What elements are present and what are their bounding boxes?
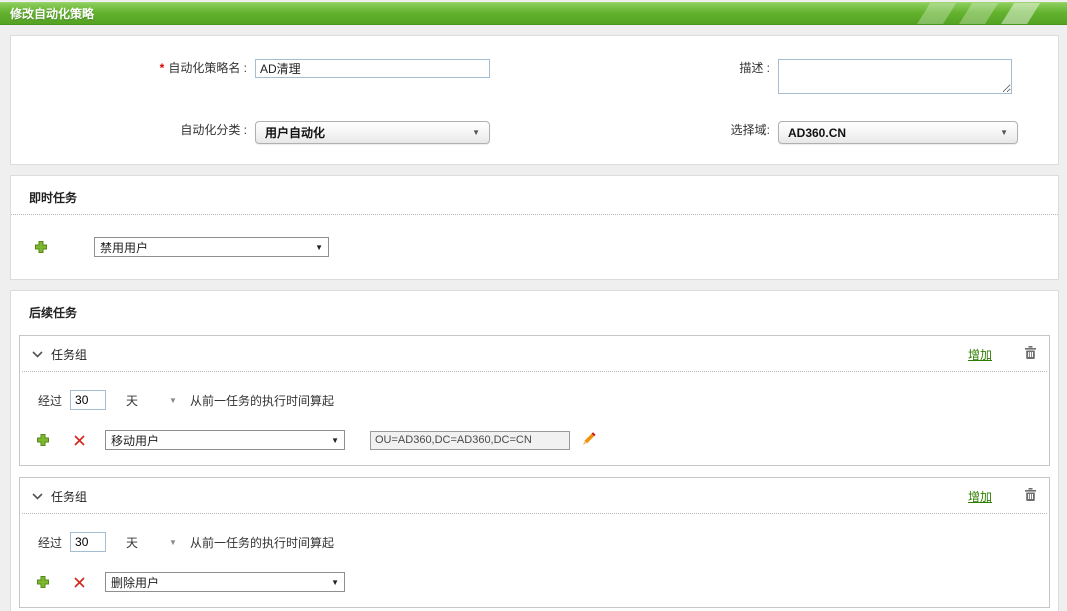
task-selected-value: 删除用户 (111, 574, 159, 591)
trash-icon[interactable] (1024, 345, 1037, 363)
add-task-button[interactable] (36, 433, 50, 447)
form-row: *自动化策略名 : 描述 : (11, 59, 1058, 94)
task-group-header: 任务组 增加 (20, 478, 1049, 513)
plus-icon (34, 240, 48, 254)
collapse-chevron-icon[interactable] (32, 489, 43, 503)
required-asterisk: * (160, 61, 165, 75)
followup-task-select[interactable]: 删除用户 ▼ (105, 572, 345, 592)
trash-icon[interactable] (1024, 487, 1037, 505)
delay-prefix: 经过 (38, 534, 62, 551)
category-selected-value: 用户自动化 (265, 124, 325, 141)
task-action-row: 删除用户 ▼ (20, 552, 1049, 607)
delay-suffix: 从前一任务的执行时间算起 (190, 392, 334, 409)
ou-path-field[interactable]: OU=AD360,DC=AD360,DC=CN (370, 431, 570, 450)
add-task-button[interactable] (34, 240, 48, 254)
domain-label: 选择域: (490, 121, 778, 140)
instant-task-row: 禁用用户 ▼ (11, 215, 1058, 257)
description-label: 描述 : (490, 59, 778, 78)
unit-dropdown-arrow-icon[interactable]: ▼ (169, 396, 177, 405)
remove-task-button[interactable] (74, 577, 85, 588)
collapse-chevron-icon[interactable] (32, 347, 43, 361)
automation-category-dropdown[interactable]: 用户自动化 ▼ (255, 121, 490, 144)
task-group-title: 任务组 (51, 488, 87, 505)
delay-days-input[interactable] (70, 532, 106, 552)
delay-unit: 天 (126, 534, 138, 551)
followup-tasks-panel: 后续任务 任务组 增加 经过 天 ▼ 从前一任务的执行时间算起 (10, 290, 1059, 611)
unit-dropdown-arrow-icon[interactable]: ▼ (169, 538, 177, 547)
instant-task-select[interactable]: 禁用用户 ▼ (94, 237, 329, 257)
plus-icon (36, 575, 50, 589)
domain-dropdown[interactable]: AD360.CN ▼ (778, 121, 1018, 144)
followup-tasks-title: 后续任务 (11, 291, 1058, 329)
instant-tasks-panel: 即时任务 禁用用户 ▼ (10, 175, 1059, 280)
edit-pencil-icon[interactable] (582, 431, 597, 449)
followup-task-select[interactable]: 移动用户 ▼ (105, 430, 345, 450)
x-icon (74, 577, 85, 588)
chevron-down-icon: ▼ (472, 128, 480, 137)
add-task-button[interactable] (36, 575, 50, 589)
plus-icon (36, 433, 50, 447)
description-textarea[interactable] (778, 59, 1012, 94)
add-link[interactable]: 增加 (968, 346, 992, 363)
task-group-box: 任务组 增加 经过 天 ▼ 从前一任务的执行时间算起 删除用户 ▼ (19, 477, 1050, 608)
delay-prefix: 经过 (38, 392, 62, 409)
task-group-box: 任务组 增加 经过 天 ▼ 从前一任务的执行时间算起 移动用户 ▼ (19, 335, 1050, 466)
chevron-down-icon: ▼ (315, 243, 323, 252)
add-link[interactable]: 增加 (968, 488, 992, 505)
category-label: 自动化分类 : (11, 121, 255, 140)
form-row: 自动化分类 : 用户自动化 ▼ 选择域: AD360.CN ▼ (11, 121, 1058, 144)
policy-form-panel: *自动化策略名 : 描述 : 自动化分类 : 用户自动化 ▼ 选择域: AD36… (10, 35, 1059, 165)
remove-task-button[interactable] (74, 435, 85, 446)
x-icon (74, 435, 85, 446)
chevron-down-icon: ▼ (331, 436, 339, 445)
task-selected-value: 移动用户 (111, 432, 159, 449)
delay-days-input[interactable] (70, 390, 106, 410)
task-group-header: 任务组 增加 (20, 336, 1049, 371)
delay-suffix: 从前一任务的执行时间算起 (190, 534, 334, 551)
task-group-title: 任务组 (51, 346, 87, 363)
task-action-row: 移动用户 ▼ OU=AD360,DC=AD360,DC=CN (20, 410, 1049, 465)
policy-name-label: *自动化策略名 : (11, 59, 255, 78)
page-header: 修改自动化策略 (0, 2, 1067, 25)
task-selected-value: 禁用用户 (100, 239, 148, 256)
delay-row: 经过 天 ▼ 从前一任务的执行时间算起 (20, 372, 1049, 410)
chevron-down-icon: ▼ (331, 578, 339, 587)
instant-tasks-title: 即时任务 (11, 176, 1058, 214)
delay-row: 经过 天 ▼ 从前一任务的执行时间算起 (20, 514, 1049, 552)
domain-selected-value: AD360.CN (788, 126, 846, 140)
chevron-down-icon: ▼ (1000, 128, 1008, 137)
delay-unit: 天 (126, 392, 138, 409)
policy-name-input[interactable] (255, 59, 490, 78)
page-title: 修改自动化策略 (0, 3, 1067, 25)
